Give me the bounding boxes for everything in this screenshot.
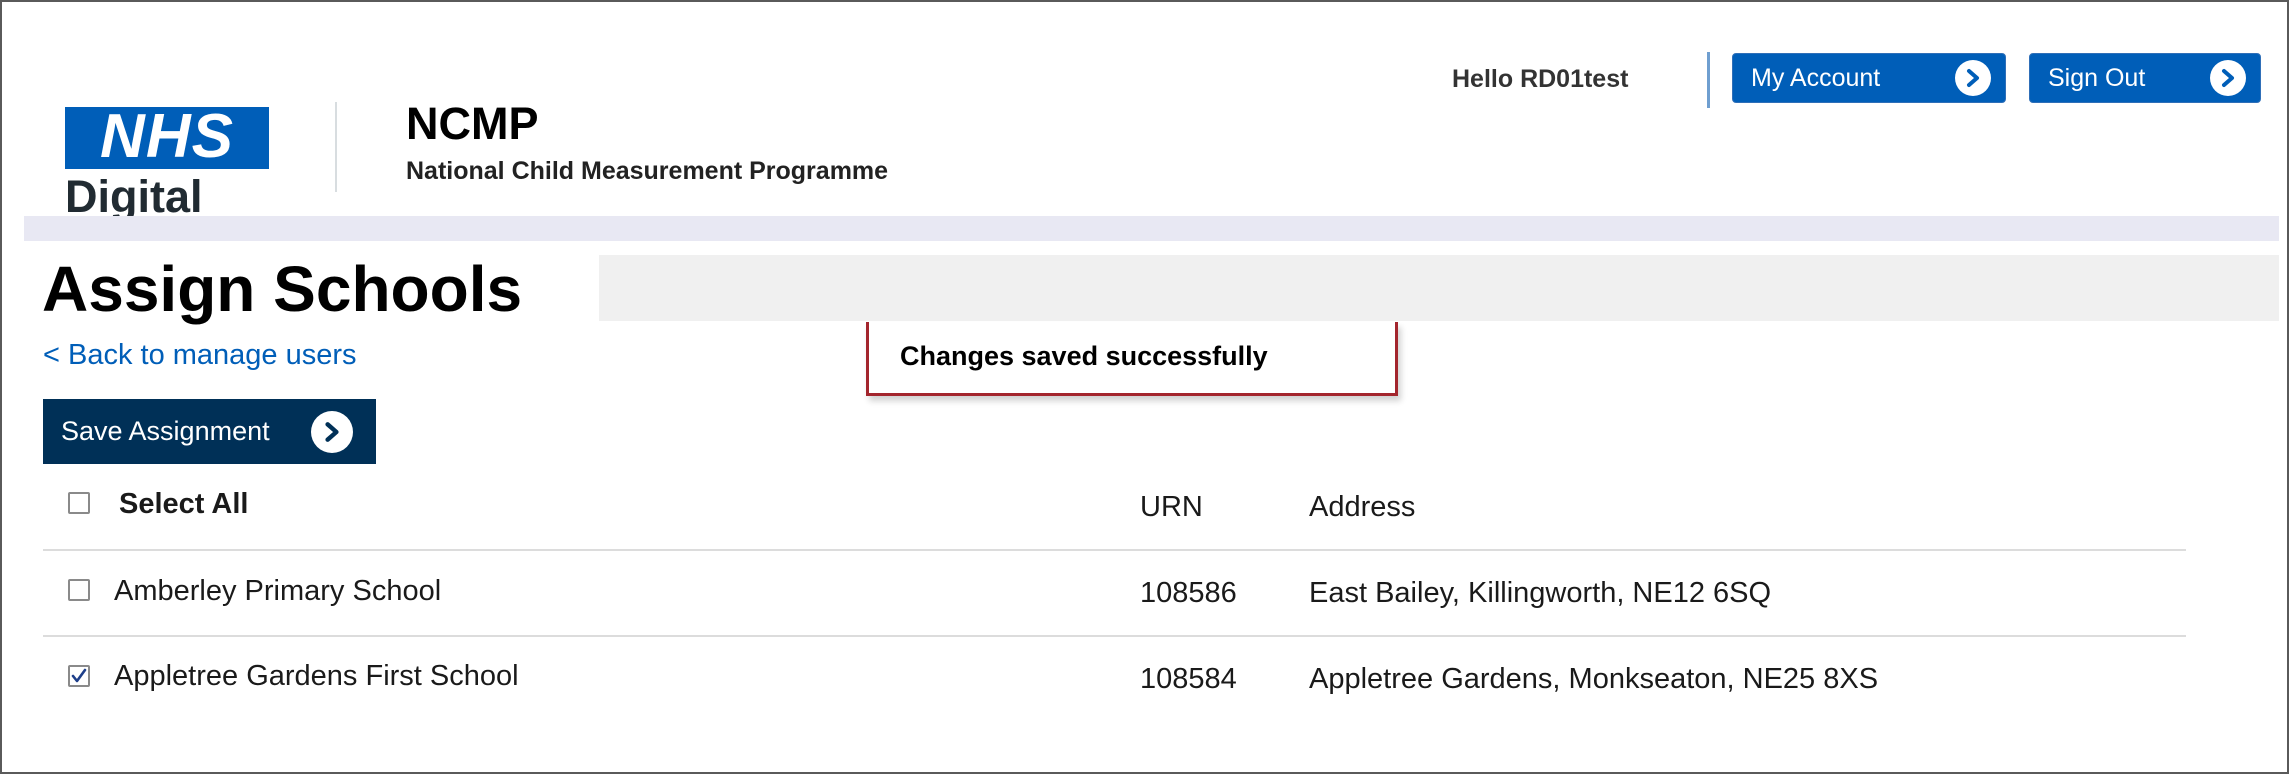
row-divider xyxy=(43,549,2186,551)
my-account-label: My Account xyxy=(1751,63,1881,92)
chevron-right-circle-icon xyxy=(2210,60,2246,96)
greeting-separator xyxy=(1707,52,1710,108)
sign-out-label: Sign Out xyxy=(2048,63,2146,92)
my-account-button[interactable]: My Account xyxy=(1732,53,2006,103)
page-title: Assign Schools xyxy=(42,253,523,325)
app-window: NHS Digital NCMP National Child Measurem… xyxy=(0,0,2289,774)
column-header-address: Address xyxy=(1309,491,1416,523)
title-band xyxy=(599,255,2279,321)
chevron-right-circle-icon xyxy=(311,411,353,453)
column-header-urn: URN xyxy=(1140,491,1203,523)
sign-out-button[interactable]: Sign Out xyxy=(2029,53,2261,103)
header-divider xyxy=(335,102,337,192)
row-checkbox-appletree[interactable] xyxy=(68,665,90,687)
checkmark-icon xyxy=(71,668,87,683)
row-divider xyxy=(43,635,2186,637)
app-subtitle: National Child Measurement Programme xyxy=(406,157,889,185)
select-all-label: Select All xyxy=(119,488,249,520)
save-assignment-button[interactable]: Save Assignment xyxy=(43,399,376,464)
nhs-digital-wordmark: Digital xyxy=(65,171,203,222)
user-greeting: Hello RD01test xyxy=(1452,65,1629,93)
school-name: Appletree Gardens First School xyxy=(114,660,519,692)
select-all-checkbox[interactable] xyxy=(68,492,90,514)
row-checkbox-amberley[interactable] xyxy=(68,579,90,601)
nhs-logo: NHS xyxy=(100,102,234,171)
school-address: East Bailey, Killingworth, NE12 6SQ xyxy=(1309,577,1772,609)
save-assignment-label: Save Assignment xyxy=(61,416,270,446)
chevron-right-circle-icon xyxy=(1955,60,1991,96)
header-band xyxy=(24,216,2279,241)
app-title: NCMP xyxy=(406,98,539,149)
notification-message: Changes saved successfully xyxy=(900,341,1268,371)
school-urn: 108586 xyxy=(1140,577,1237,609)
school-name: Amberley Primary School xyxy=(114,575,442,607)
back-to-manage-users-link[interactable]: < Back to manage users xyxy=(43,338,357,372)
school-address: Appletree Gardens, Monkseaton, NE25 8XS xyxy=(1309,663,1879,695)
school-urn: 108584 xyxy=(1140,663,1237,695)
